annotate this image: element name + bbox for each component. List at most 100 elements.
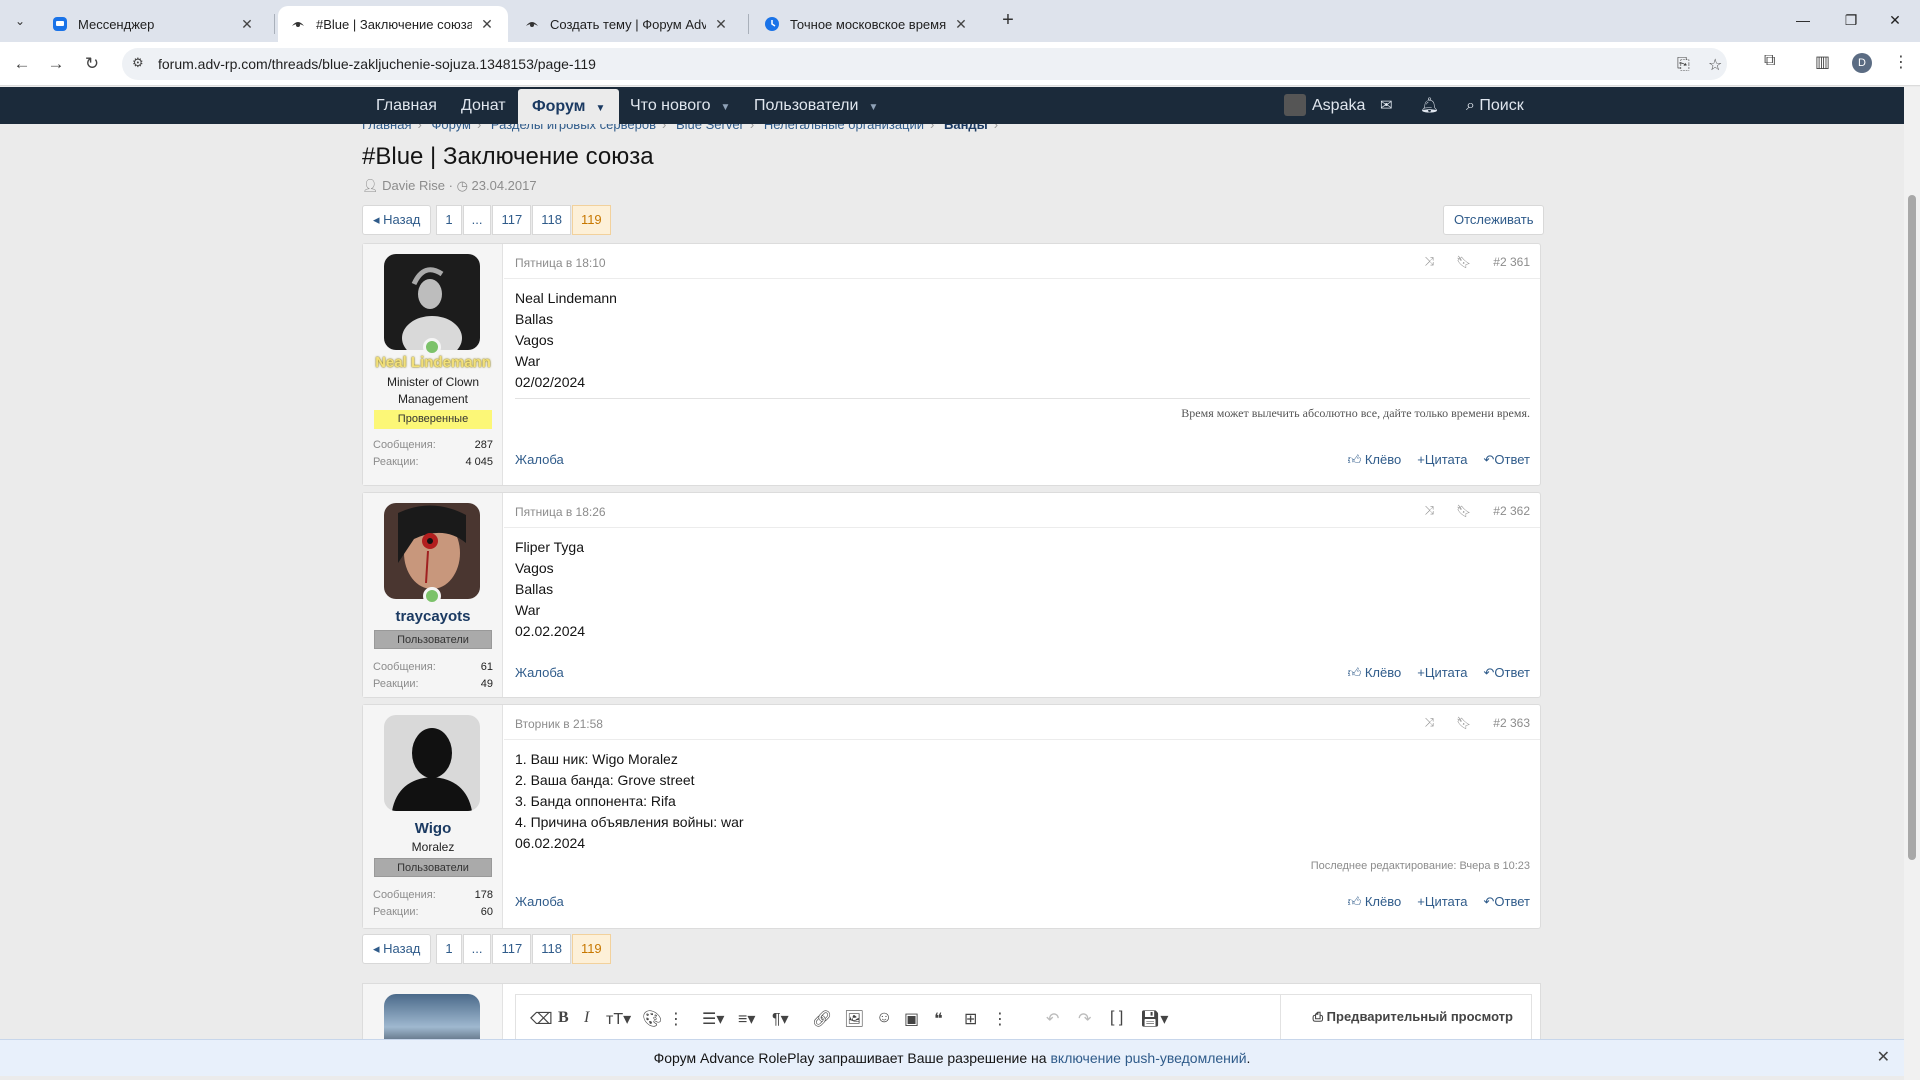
redo-icon[interactable]: ↷	[1078, 1009, 1091, 1029]
chevron-down-icon[interactable]: ▼	[596, 103, 606, 114]
reply-button[interactable]: ↶Ответ	[1484, 452, 1531, 468]
report-link[interactable]: Жалоба	[515, 452, 564, 467]
nav-search[interactable]: ⌕ Поиск	[1466, 87, 1524, 124]
align-icon[interactable]: ≡▾	[738, 1009, 755, 1029]
thread-date[interactable]: 23.04.2017	[472, 178, 537, 193]
drafts-icon[interactable]: 💾︎▾	[1140, 1009, 1168, 1029]
last-edited[interactable]: Последнее редактирование: Вчера в 10:23	[1311, 860, 1530, 872]
tab-search-icon[interactable]: ⌄	[8, 9, 32, 33]
close-icon[interactable]: ✕	[478, 16, 496, 33]
bookmark-icon[interactable]: 🔖︎	[1456, 255, 1471, 269]
extensions-icon[interactable]: ⧉	[1764, 52, 1775, 70]
username[interactable]: Wigo	[363, 820, 503, 837]
preview-button[interactable]: ⎙ Предварительный просмотр	[1313, 1009, 1513, 1025]
side-panel-icon[interactable]: ▥	[1815, 52, 1830, 72]
reply-button[interactable]: ↶Ответ	[1484, 894, 1531, 910]
page-link[interactable]: 1	[436, 934, 462, 964]
avatar[interactable]	[384, 254, 480, 350]
close-icon[interactable]: ✕	[952, 16, 970, 33]
table-icon[interactable]: ⊞	[964, 1009, 977, 1029]
bell-icon[interactable]: 🔔︎	[1420, 87, 1439, 124]
close-icon[interactable]: ✕	[712, 16, 730, 33]
close-icon[interactable]: ✕	[238, 16, 256, 33]
page-scrollbar[interactable]	[1904, 87, 1920, 1080]
chevron-down-icon[interactable]: ▼	[721, 102, 731, 113]
page-link[interactable]: 117	[492, 934, 532, 964]
like-button[interactable]: 👍︎ Клёво	[1348, 452, 1402, 468]
prev-page-button[interactable]: ◂ Назад	[362, 934, 432, 964]
post-time[interactable]: Пятница в 18:26	[515, 505, 606, 519]
close-icon[interactable]: ✕	[1877, 1040, 1890, 1076]
tab-forum-thread[interactable]: #Blue | Заключение союза | Ст ✕	[278, 6, 508, 42]
profile-avatar[interactable]: D	[1852, 53, 1872, 73]
palette-icon[interactable]: 🎨︎	[642, 1009, 662, 1029]
page-jump[interactable]: ...	[462, 205, 492, 235]
share-icon[interactable]: ⤨	[1424, 503, 1434, 518]
share-icon[interactable]: ⤨	[1424, 715, 1434, 730]
post-time[interactable]: Вторник в 21:58	[515, 717, 603, 731]
chevron-down-icon[interactable]: ▼	[868, 102, 878, 113]
bold-icon[interactable]: B	[558, 1009, 569, 1027]
username[interactable]: traycayots	[363, 608, 503, 625]
url-text[interactable]: forum.adv-rp.com/threads/blue-zakljuchen…	[158, 56, 596, 72]
quote-icon[interactable]: ❝	[934, 1009, 943, 1029]
page-current[interactable]: 119	[571, 205, 611, 235]
post-time[interactable]: Пятница в 18:10	[515, 256, 606, 270]
install-app-icon[interactable]: ⎘	[1677, 56, 1690, 74]
quote-button[interactable]: +Цитата	[1417, 665, 1467, 681]
tab-create-topic[interactable]: Создать тему | Форум Advance ✕	[512, 6, 742, 42]
avatar[interactable]	[384, 503, 480, 599]
back-icon[interactable]: ←	[10, 52, 34, 76]
eraser-icon[interactable]: ⌫	[530, 1009, 553, 1029]
quote-button[interactable]: +Цитата	[1417, 894, 1467, 910]
reply-button[interactable]: ↶Ответ	[1484, 665, 1531, 681]
user-avatar[interactable]	[1284, 94, 1306, 116]
nav-donate[interactable]: Донат	[461, 87, 506, 124]
quote-button[interactable]: +Цитата	[1417, 452, 1467, 468]
bookmark-icon[interactable]: 🔖︎	[1456, 716, 1471, 730]
tab-moscow-time[interactable]: Точное московское время ✕	[752, 6, 982, 42]
address-bar[interactable]: ⚙ forum.adv-rp.com/threads/blue-zakljuch…	[122, 48, 1727, 80]
like-button[interactable]: 👍︎ Клёво	[1348, 894, 1402, 910]
nav-home[interactable]: Главная	[376, 87, 437, 124]
font-size-icon[interactable]: тT▾	[606, 1009, 631, 1029]
page-link[interactable]: 117	[492, 205, 532, 235]
window-close-icon[interactable]: ✕	[1872, 0, 1918, 40]
forward-icon[interactable]: →	[44, 52, 68, 76]
report-link[interactable]: Жалоба	[515, 665, 564, 680]
media-icon[interactable]: ▣	[904, 1009, 919, 1029]
site-info-icon[interactable]: ⚙	[132, 55, 144, 71]
new-tab-icon[interactable]: +	[996, 8, 1020, 32]
username[interactable]: Neal Lindemann	[363, 354, 503, 371]
bookmark-star-icon[interactable]: ☆	[1708, 55, 1722, 75]
nav-users[interactable]: Пользователи ▼	[754, 87, 878, 124]
more-icon[interactable]: ⋮	[668, 1009, 684, 1029]
report-link[interactable]: Жалоба	[515, 894, 564, 909]
image-icon[interactable]: 🖼︎	[844, 1009, 864, 1029]
list-icon[interactable]: ☰▾	[702, 1009, 724, 1029]
browser-menu-icon[interactable]: ⋮	[1893, 52, 1909, 72]
page-link[interactable]: 1	[436, 205, 462, 235]
post-number[interactable]: #2 361	[1493, 255, 1530, 269]
tab-messenger[interactable]: Мессенджер ✕	[40, 6, 268, 42]
italic-icon[interactable]: I	[584, 1009, 589, 1027]
inbox-icon[interactable]: ✉	[1380, 87, 1393, 124]
post-number[interactable]: #2 363	[1493, 716, 1530, 730]
page-link[interactable]: 118	[532, 934, 571, 964]
like-button[interactable]: 👍︎ Клёво	[1348, 665, 1402, 681]
minimize-icon[interactable]: —	[1780, 0, 1826, 40]
page-link[interactable]: 118	[532, 205, 571, 235]
share-icon[interactable]: ⤨	[1424, 254, 1434, 269]
page-current[interactable]: 119	[571, 934, 611, 964]
more-icon[interactable]: ⋮	[992, 1009, 1008, 1029]
thread-author[interactable]: Davie Rise	[382, 178, 445, 193]
nav-username[interactable]: Aspaka	[1312, 87, 1365, 124]
prev-page-button[interactable]: ◂ Назад	[362, 205, 432, 235]
undo-icon[interactable]: ↶	[1046, 1009, 1059, 1029]
restore-icon[interactable]: ❐	[1828, 0, 1874, 40]
nav-whats-new[interactable]: Что нового ▼	[630, 87, 730, 124]
reload-icon[interactable]: ↻	[80, 52, 104, 76]
bbcode-icon[interactable]: [ ]	[1110, 1009, 1123, 1027]
scrollbar-thumb[interactable]	[1908, 195, 1916, 860]
link-icon[interactable]: 🔗︎	[812, 1009, 832, 1029]
